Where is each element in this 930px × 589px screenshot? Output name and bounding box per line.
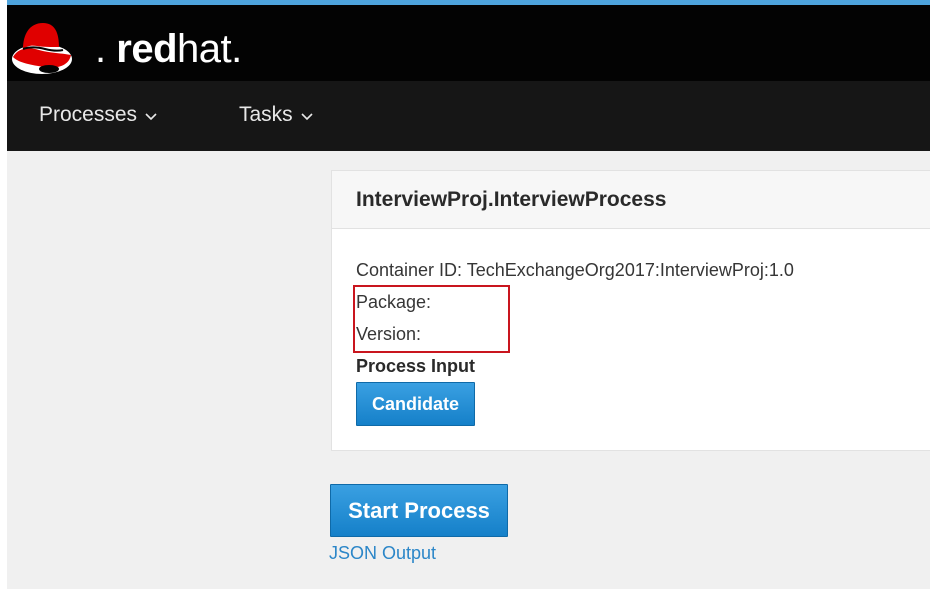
highlight-box — [353, 285, 510, 353]
card-title: InterviewProj.InterviewProcess — [332, 171, 930, 229]
chevron-down-icon — [145, 113, 157, 121]
nav-tasks[interactable]: Tasks — [239, 103, 313, 127]
nav-bar: Processes Tasks — [7, 81, 930, 151]
nav-processes[interactable]: Processes — [39, 103, 157, 127]
logo-red: red — [116, 27, 177, 71]
chevron-down-icon — [301, 113, 313, 121]
candidate-button[interactable]: Candidate — [356, 382, 475, 426]
logo-dot: . — [95, 27, 106, 71]
redhat-shadowman-icon — [12, 23, 72, 74]
json-output-link[interactable]: JSON Output — [329, 543, 436, 564]
nav-processes-label: Processes — [39, 103, 138, 126]
process-input-label: Process Input — [356, 356, 476, 376]
logo-trailing-dot: . — [231, 27, 242, 71]
nav-tasks-label: Tasks — [239, 103, 293, 126]
logo-text: . redhat. — [95, 27, 242, 71]
process-card: InterviewProj.InterviewProcess Container… — [331, 170, 930, 451]
top-bar: . redhat. — [7, 0, 930, 81]
page: . redhat. Processes Tasks InterviewProj.… — [7, 0, 930, 589]
container-id: Container ID: TechExchangeOrg2017:Interv… — [356, 260, 794, 280]
logo-hat: hat — [177, 27, 232, 71]
start-process-button[interactable]: Start Process — [330, 484, 508, 537]
